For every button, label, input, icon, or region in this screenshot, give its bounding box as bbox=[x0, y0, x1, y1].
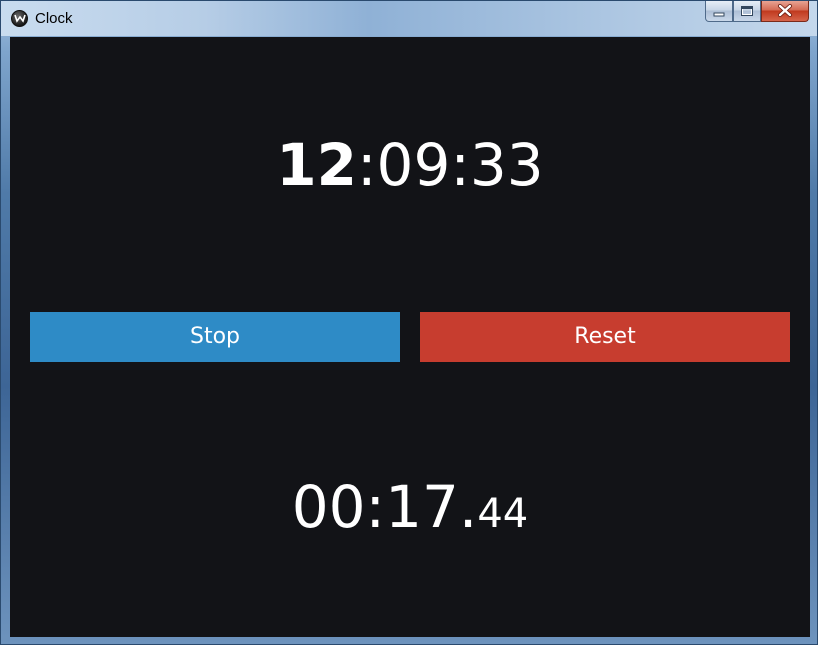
clock-panel: 12:09:33 Stop Reset 00:17.44 bbox=[10, 37, 810, 637]
maximize-button[interactable] bbox=[733, 1, 761, 22]
current-time-hours: 12 bbox=[276, 131, 358, 199]
stopwatch-main: 00:17. bbox=[291, 473, 478, 541]
current-time-minutes-seconds: :09:33 bbox=[357, 131, 544, 199]
window-title: Clock bbox=[35, 10, 73, 27]
stop-button[interactable]: Stop bbox=[30, 312, 400, 362]
caption-buttons bbox=[705, 1, 809, 22]
app-icon[interactable] bbox=[11, 10, 28, 27]
reset-button[interactable]: Reset bbox=[420, 312, 790, 362]
close-icon bbox=[777, 2, 793, 21]
stopwatch-fraction: 44 bbox=[477, 491, 529, 537]
stopwatch-time: 00:17.44 bbox=[10, 467, 810, 562]
app-window: Clock 12:09:33 Stop Reset 00:17.44 bbox=[0, 0, 818, 645]
close-button[interactable] bbox=[761, 1, 809, 22]
maximize-icon bbox=[740, 2, 754, 21]
current-time: 12:09:33 bbox=[10, 125, 810, 205]
minimize-button[interactable] bbox=[705, 1, 733, 22]
minimize-icon bbox=[713, 2, 725, 21]
title-bar[interactable]: Clock bbox=[1, 1, 817, 36]
